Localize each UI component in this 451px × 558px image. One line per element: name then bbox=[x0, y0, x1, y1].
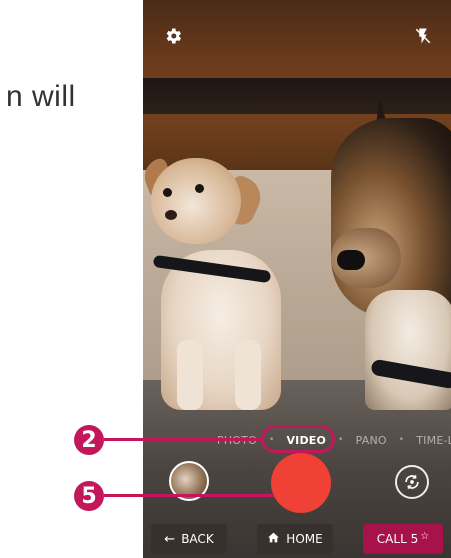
call-5-button[interactable]: CALL 5 ☆ bbox=[363, 524, 443, 554]
back-label: BACK bbox=[181, 532, 214, 546]
capture-controls bbox=[143, 453, 451, 515]
mode-separator: • bbox=[398, 435, 405, 445]
camera-switch-icon[interactable] bbox=[395, 465, 429, 499]
mode-separator: • bbox=[338, 435, 344, 445]
video-mode-highlight bbox=[261, 425, 335, 453]
home-icon bbox=[267, 531, 280, 548]
small-dog-leg bbox=[177, 340, 203, 410]
home-button[interactable]: HOME bbox=[257, 524, 333, 554]
large-dog-head bbox=[331, 118, 451, 318]
record-button[interactable] bbox=[271, 453, 331, 513]
mode-pano[interactable]: PANO bbox=[356, 434, 387, 447]
gear-icon[interactable] bbox=[159, 22, 187, 50]
small-dog-eye bbox=[195, 184, 204, 193]
baseboard bbox=[143, 78, 451, 114]
small-dog-leg bbox=[235, 340, 261, 410]
call-label: CALL 5 bbox=[376, 532, 419, 546]
camera-screen: PHOTO • VIDEO • PANO • TIME-LAP ← BACK H… bbox=[143, 0, 451, 558]
small-dog-eye bbox=[163, 188, 172, 197]
back-button[interactable]: ← BACK bbox=[151, 524, 227, 554]
instruction-text: n will bbox=[6, 80, 76, 113]
home-label: HOME bbox=[286, 532, 323, 546]
callout-badge-5: 5 bbox=[74, 481, 104, 511]
mode-timelapse[interactable]: TIME-LAP bbox=[416, 434, 451, 447]
arrow-left-icon: ← bbox=[164, 531, 176, 547]
large-dog-chest bbox=[365, 290, 451, 410]
star-icon: ☆ bbox=[420, 530, 430, 542]
callout-line-5 bbox=[104, 494, 274, 497]
callout-line-2 bbox=[104, 438, 264, 441]
small-dog-nose bbox=[165, 210, 177, 220]
large-dog-nose bbox=[337, 250, 365, 270]
flash-off-icon[interactable] bbox=[409, 22, 437, 50]
callout-badge-2: 2 bbox=[74, 425, 104, 455]
small-dog-head bbox=[151, 158, 241, 244]
camera-top-bar bbox=[143, 0, 451, 70]
navigation-bar: ← BACK HOME CALL 5 ☆ bbox=[143, 520, 451, 558]
